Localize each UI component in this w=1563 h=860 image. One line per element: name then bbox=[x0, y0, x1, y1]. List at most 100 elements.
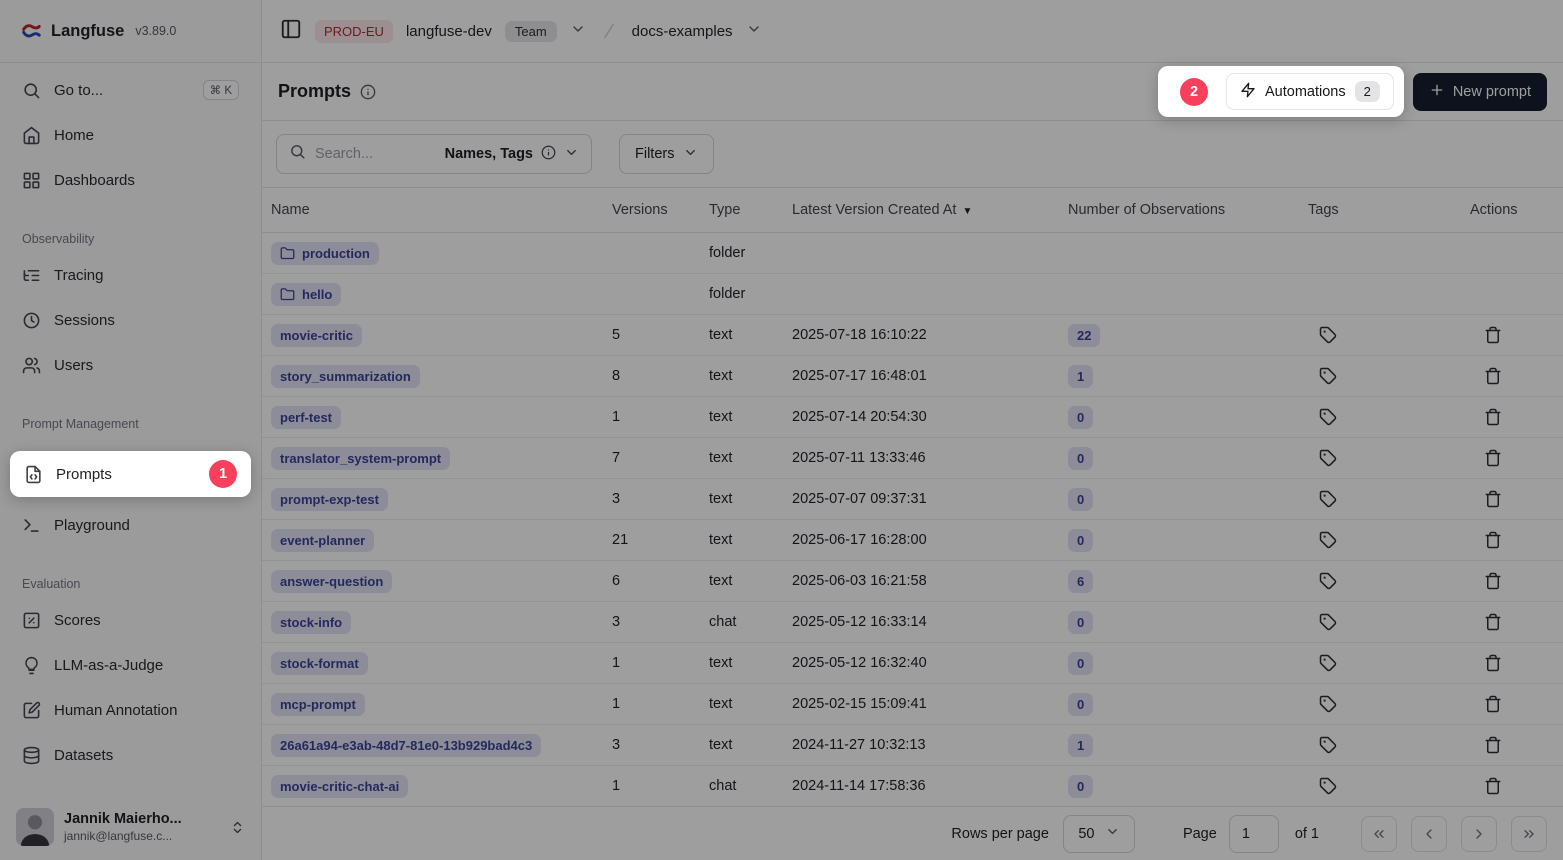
prompt-name-badge[interactable]: perf-test bbox=[271, 406, 341, 429]
table-row[interactable]: hellofolder bbox=[262, 274, 1563, 315]
sidebar-item-tracing[interactable]: Tracing bbox=[12, 260, 249, 290]
previous-page-button[interactable] bbox=[1411, 816, 1447, 852]
rows-per-page-value: 50 bbox=[1078, 826, 1094, 842]
automations-spotlight: 2 Automations 2 bbox=[1158, 66, 1404, 117]
prompt-name-badge[interactable]: event-planner bbox=[271, 529, 374, 552]
prompt-name-badge[interactable]: 26a61a94-e3ab-48d7-81e0-13b929bad4c3 bbox=[271, 734, 541, 757]
table-row[interactable]: movie-critic-chat-ai1chat2024-11-14 17:5… bbox=[262, 766, 1563, 806]
column-header-type[interactable]: Type bbox=[709, 202, 792, 218]
column-header-versions[interactable]: Versions bbox=[612, 202, 709, 218]
prompt-name-badge[interactable]: translator_system-prompt bbox=[271, 447, 450, 470]
tag-button[interactable] bbox=[1315, 445, 1341, 471]
goto-search[interactable]: Go to... ⌘ K bbox=[12, 75, 249, 105]
table-row[interactable]: prompt-exp-test3text2025-07-07 09:37:310 bbox=[262, 479, 1563, 520]
org-switcher-button[interactable] bbox=[570, 21, 586, 42]
delete-button[interactable] bbox=[1480, 445, 1506, 471]
prompt-name-badge[interactable]: stock-format bbox=[271, 652, 368, 675]
automations-button[interactable]: Automations 2 bbox=[1226, 73, 1394, 110]
goto-label: Go to... bbox=[54, 82, 103, 99]
column-header-latest-version-created-at[interactable]: Latest Version Created At▼ bbox=[792, 202, 1068, 218]
table-row[interactable]: event-planner21text2025-06-17 16:28:000 bbox=[262, 520, 1563, 561]
sidebar-item-prompts[interactable]: Prompts1 bbox=[10, 451, 251, 497]
tag-button[interactable] bbox=[1315, 363, 1341, 389]
prompt-name: 26a61a94-e3ab-48d7-81e0-13b929bad4c3 bbox=[280, 738, 532, 753]
org-name[interactable]: langfuse-dev bbox=[406, 23, 492, 40]
search-scope-dropdown[interactable]: Names, Tags bbox=[445, 145, 579, 164]
table-row[interactable]: mcp-prompt1text2025-02-15 15:09:410 bbox=[262, 684, 1563, 725]
sidebar-item-datasets[interactable]: Datasets bbox=[12, 740, 249, 770]
tag-button[interactable] bbox=[1315, 773, 1341, 799]
cell-name: production bbox=[262, 242, 612, 265]
delete-button[interactable] bbox=[1480, 363, 1506, 389]
tag-button[interactable] bbox=[1315, 527, 1341, 553]
table-row[interactable]: story_summarization8text2025-07-17 16:48… bbox=[262, 356, 1563, 397]
sidebar-item-scores[interactable]: Scores bbox=[12, 605, 249, 635]
page-title: Prompts bbox=[278, 81, 351, 102]
next-page-button[interactable] bbox=[1461, 816, 1497, 852]
table-row[interactable]: perf-test1text2025-07-14 20:54:300 bbox=[262, 397, 1563, 438]
delete-button[interactable] bbox=[1480, 322, 1506, 348]
sidebar-item-playground[interactable]: Playground bbox=[12, 510, 249, 540]
delete-button[interactable] bbox=[1480, 650, 1506, 676]
column-header-name[interactable]: Name bbox=[262, 202, 612, 218]
cell-tags bbox=[1308, 732, 1470, 758]
delete-button[interactable] bbox=[1480, 568, 1506, 594]
delete-button[interactable] bbox=[1480, 486, 1506, 512]
sidebar-item-sessions[interactable]: Sessions bbox=[12, 305, 249, 335]
prompt-name-badge[interactable]: movie-critic-chat-ai bbox=[271, 775, 408, 798]
trash-icon bbox=[1484, 736, 1502, 754]
info-icon[interactable] bbox=[360, 84, 376, 100]
tag-button[interactable] bbox=[1315, 609, 1341, 635]
new-prompt-button[interactable]: New prompt bbox=[1413, 73, 1547, 111]
project-switcher-button[interactable] bbox=[746, 21, 762, 42]
cell-name: prompt-exp-test bbox=[262, 488, 612, 511]
prompt-name-badge[interactable]: mcp-prompt bbox=[271, 693, 365, 716]
tag-button[interactable] bbox=[1315, 404, 1341, 430]
prompt-name-badge[interactable]: movie-critic bbox=[271, 324, 362, 347]
tag-button[interactable] bbox=[1315, 322, 1341, 348]
cell-type: text bbox=[709, 368, 792, 384]
page-number-input[interactable] bbox=[1229, 815, 1279, 853]
sidebar-item-human-annotation[interactable]: Human Annotation bbox=[12, 695, 249, 725]
delete-button[interactable] bbox=[1480, 732, 1506, 758]
table-row[interactable]: translator_system-prompt7text2025-07-11 … bbox=[262, 438, 1563, 479]
sidebar-item-llm-as-a-judge[interactable]: LLM-as-a-Judge bbox=[12, 650, 249, 680]
rows-per-page-select[interactable]: 50 bbox=[1063, 815, 1135, 853]
delete-button[interactable] bbox=[1480, 404, 1506, 430]
search-input[interactable] bbox=[315, 146, 436, 162]
prompt-name: movie-critic bbox=[280, 328, 353, 343]
prompt-name-badge[interactable]: answer-question bbox=[271, 570, 392, 593]
prompt-name-badge[interactable]: stock-info bbox=[271, 611, 351, 634]
user-menu[interactable]: Jannik Maierho... jannik@langfuse.c... bbox=[0, 796, 261, 860]
tag-button[interactable] bbox=[1315, 568, 1341, 594]
column-header-actions[interactable]: Actions bbox=[1470, 202, 1563, 218]
folder-badge[interactable]: hello bbox=[271, 283, 341, 306]
folder-badge[interactable]: production bbox=[271, 242, 379, 265]
table-row[interactable]: stock-info3chat2025-05-12 16:33:140 bbox=[262, 602, 1563, 643]
table-row[interactable]: 26a61a94-e3ab-48d7-81e0-13b929bad4c33tex… bbox=[262, 725, 1563, 766]
sidebar-item-home[interactable]: Home bbox=[12, 120, 249, 150]
tag-button[interactable] bbox=[1315, 486, 1341, 512]
column-header-tags[interactable]: Tags bbox=[1308, 202, 1470, 218]
sidebar-item-dashboards[interactable]: Dashboards bbox=[12, 165, 249, 195]
sidebar-toggle-button[interactable] bbox=[280, 18, 302, 45]
table-row[interactable]: stock-format1text2025-05-12 16:32:400 bbox=[262, 643, 1563, 684]
delete-button[interactable] bbox=[1480, 691, 1506, 717]
tag-button[interactable] bbox=[1315, 732, 1341, 758]
sidebar-item-users[interactable]: Users bbox=[12, 350, 249, 380]
delete-button[interactable] bbox=[1480, 527, 1506, 553]
prompt-name-badge[interactable]: prompt-exp-test bbox=[271, 488, 388, 511]
tag-button[interactable] bbox=[1315, 691, 1341, 717]
delete-button[interactable] bbox=[1480, 773, 1506, 799]
table-row[interactable]: movie-critic5text2025-07-18 16:10:2222 bbox=[262, 315, 1563, 356]
last-page-button[interactable] bbox=[1511, 816, 1547, 852]
table-row[interactable]: answer-question6text2025-06-03 16:21:586 bbox=[262, 561, 1563, 602]
table-row[interactable]: productionfolder bbox=[262, 233, 1563, 274]
filters-button[interactable]: Filters bbox=[619, 134, 714, 174]
prompt-name-badge[interactable]: story_summarization bbox=[271, 365, 420, 388]
delete-button[interactable] bbox=[1480, 609, 1506, 635]
column-header-number-of-observations[interactable]: Number of Observations bbox=[1068, 202, 1308, 218]
tag-button[interactable] bbox=[1315, 650, 1341, 676]
project-name[interactable]: docs-examples bbox=[632, 23, 733, 40]
first-page-button[interactable] bbox=[1361, 816, 1397, 852]
